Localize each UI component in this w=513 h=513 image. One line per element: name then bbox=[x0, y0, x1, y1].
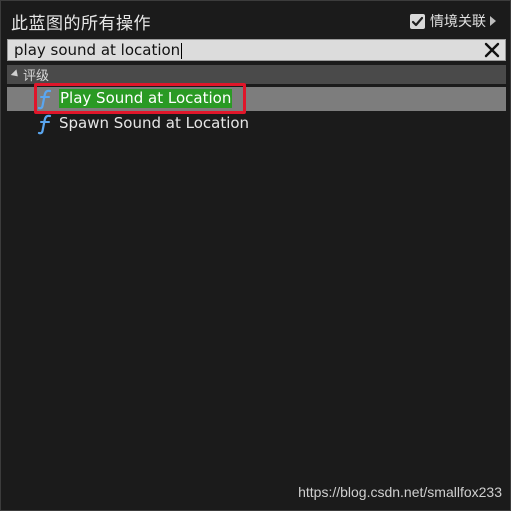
context-sensitive-toggle[interactable]: 情境关联 bbox=[410, 11, 496, 31]
category-header[interactable]: 评级 bbox=[7, 65, 506, 84]
context-sensitive-label: 情境关联 bbox=[430, 14, 486, 30]
search-input[interactable]: play sound at location bbox=[7, 39, 506, 61]
function-icon bbox=[37, 113, 55, 135]
search-text[interactable]: play sound at location bbox=[8, 41, 183, 59]
expand-triangle-icon[interactable] bbox=[10, 68, 21, 79]
function-icon bbox=[37, 88, 55, 110]
result-label: Play Sound at Location bbox=[59, 89, 233, 108]
blueprint-action-menu: 此蓝图的所有操作 情境关联 play sound at location 评级 bbox=[0, 0, 511, 511]
watermark: https://blog.csdn.net/smallfox233 bbox=[298, 484, 502, 500]
result-label: Spawn Sound at Location bbox=[59, 114, 250, 132]
result-row[interactable]: Play Sound at Location bbox=[7, 87, 506, 111]
arrow-right-icon[interactable] bbox=[490, 16, 496, 26]
text-caret bbox=[181, 42, 183, 59]
checkmark-icon[interactable] bbox=[410, 13, 425, 29]
menu-header: 此蓝图的所有操作 情境关联 bbox=[1, 1, 510, 39]
close-icon[interactable] bbox=[483, 41, 501, 59]
result-row[interactable]: Spawn Sound at Location bbox=[7, 112, 506, 136]
menu-title: 此蓝图的所有操作 bbox=[11, 14, 151, 34]
category-label: 评级 bbox=[23, 69, 50, 84]
